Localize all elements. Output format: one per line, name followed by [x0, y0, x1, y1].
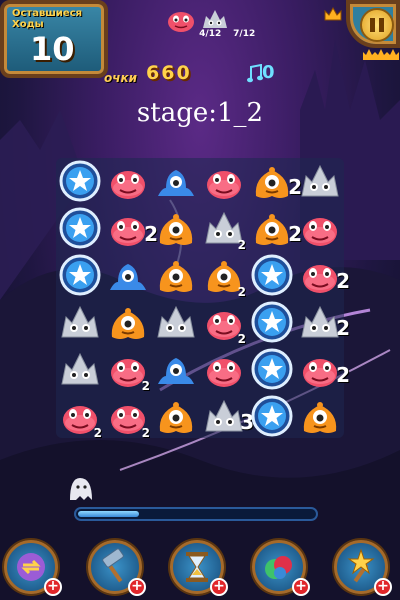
board-cell-star-orb[interactable] — [56, 158, 104, 205]
board-cell-grey-spiky[interactable]: 3 — [200, 393, 254, 440]
board-cell-red-blob[interactable] — [296, 205, 344, 252]
star-orb-icon — [251, 254, 293, 296]
star-orb-icon — [59, 254, 101, 296]
board-cell-red-blob[interactable]: 2 — [296, 346, 350, 393]
buy-swap-plus-icon[interactable]: + — [44, 578, 62, 596]
board-cell-red-blob[interactable]: 2 — [104, 393, 152, 440]
board-cell-orange-monster[interactable]: 2 — [200, 252, 248, 299]
board-cell-blue-slime[interactable] — [152, 158, 200, 205]
buy-hourglass-plus-icon[interactable]: + — [210, 578, 228, 596]
board-cell-grey-spiky[interactable]: 2 — [296, 299, 350, 346]
board-cell-grey-spiky[interactable] — [296, 158, 344, 205]
buy-color-bomb-plus-icon[interactable]: + — [292, 578, 310, 596]
board-cell-blue-slime[interactable] — [152, 346, 200, 393]
board-cell-red-blob[interactable]: 2 — [104, 205, 158, 252]
buy-hammer-plus-icon[interactable]: + — [128, 578, 146, 596]
score-value: 660 — [146, 62, 192, 84]
piece-layer-count: 2 — [237, 238, 246, 252]
orange-monster-icon — [111, 308, 145, 339]
buy-star-wand-plus-icon[interactable]: + — [374, 578, 392, 596]
blue-slime-icon — [110, 264, 146, 290]
level-progress-bar — [74, 507, 318, 521]
board-cell-red-blob[interactable]: 2 — [200, 299, 248, 346]
hourglass-booster-button[interactable]: + — [170, 540, 228, 598]
orange-monster-icon — [303, 402, 337, 433]
red-blob-icon — [207, 359, 241, 387]
board-cell-star-orb[interactable] — [248, 393, 296, 440]
piece-layer-count: 2 — [336, 269, 350, 293]
board-cell-orange-monster[interactable]: 2 — [248, 205, 302, 252]
piece-layer-count: 2 — [141, 426, 150, 440]
piece-layer-count: 2 — [237, 285, 246, 299]
board-cell-star-orb[interactable] — [248, 346, 296, 393]
level-progress-fill — [78, 511, 139, 517]
board-cell-star-orb[interactable] — [56, 252, 104, 299]
star-wand-booster-button[interactable]: + — [334, 540, 392, 598]
star-orb-icon — [59, 160, 101, 202]
board-cell-red-blob[interactable] — [200, 158, 248, 205]
piece-layer-count: 2 — [336, 363, 350, 387]
color-bomb-booster-button[interactable]: + — [252, 540, 310, 598]
grey-spiky-icon — [301, 164, 339, 197]
piece-layer-count: 2 — [237, 332, 246, 346]
piece-layer-count: 2 — [93, 426, 102, 440]
board-cell-star-orb[interactable] — [248, 299, 296, 346]
pause-button[interactable] — [346, 0, 400, 48]
ghost-icon — [70, 478, 92, 500]
swap-booster-button[interactable]: + — [4, 540, 62, 598]
score-label: очки — [104, 71, 138, 85]
star-orb-icon — [251, 301, 293, 343]
pause-icon — [360, 8, 394, 42]
grey-spiky-icon — [157, 305, 195, 338]
board-cell-blue-slime[interactable] — [104, 252, 152, 299]
goal-grey-monster: 7/12 — [200, 8, 255, 39]
star-orb-icon — [251, 395, 293, 437]
moves-label: Оставшиеся Ходы — [12, 8, 83, 30]
orange-monster-icon — [159, 214, 193, 245]
board-cell-orange-monster[interactable] — [152, 252, 200, 299]
orange-monster-icon — [159, 261, 193, 292]
board-cell-red-blob[interactable]: 2 — [56, 393, 104, 440]
grey-spiky-icon — [61, 305, 99, 338]
grey-spiky-icon — [61, 352, 99, 385]
board-cell-red-blob[interactable]: 2 — [296, 252, 350, 299]
red-blob-icon — [207, 171, 241, 199]
stage-label: stage:1_2 — [136, 98, 264, 128]
board-cell-red-blob[interactable]: 2 — [104, 346, 152, 393]
goal-grey-count: 7/12 — [233, 29, 256, 39]
music-note-count: 0 — [262, 62, 275, 83]
hammer-booster-button[interactable]: + — [88, 540, 146, 598]
board-cell-star-orb[interactable] — [248, 252, 296, 299]
crowns-rating-icon — [363, 49, 399, 60]
piece-layer-count: 2 — [336, 316, 350, 340]
board-cell-orange-monster[interactable] — [296, 393, 344, 440]
board-cell-orange-monster[interactable] — [152, 393, 200, 440]
orange-monster-icon — [159, 402, 193, 433]
board-cell-grey-spiky[interactable]: 2 — [200, 205, 248, 252]
moves-remaining-panel: Оставшиеся Ходы 10 — [0, 0, 108, 78]
board-cell-red-blob[interactable] — [104, 158, 152, 205]
board-cell-orange-monster[interactable]: 2 — [248, 158, 302, 205]
red-blob-icon — [111, 171, 145, 199]
board-cell-grey-spiky[interactable] — [152, 299, 200, 346]
board-cell-red-blob[interactable] — [200, 346, 248, 393]
board-cell-grey-spiky[interactable] — [56, 299, 104, 346]
game-board: 2222222222223 — [56, 158, 350, 440]
star-orb-icon — [251, 348, 293, 390]
board-cell-orange-monster[interactable] — [104, 299, 152, 346]
blue-slime-icon — [158, 358, 194, 384]
piece-layer-count: 2 — [141, 379, 150, 393]
red-blob-monster-icon — [168, 12, 194, 32]
red-blob-icon — [303, 218, 337, 246]
board-cell-orange-monster[interactable] — [152, 205, 200, 252]
star-orb-icon — [59, 207, 101, 249]
board-cell-grey-spiky[interactable] — [56, 346, 104, 393]
board-cell-star-orb[interactable] — [56, 205, 104, 252]
moves-value: 10 — [30, 30, 75, 68]
crown-icon — [324, 6, 342, 21]
blue-slime-icon — [158, 170, 194, 196]
grey-spiky-monster-icon — [203, 10, 227, 28]
